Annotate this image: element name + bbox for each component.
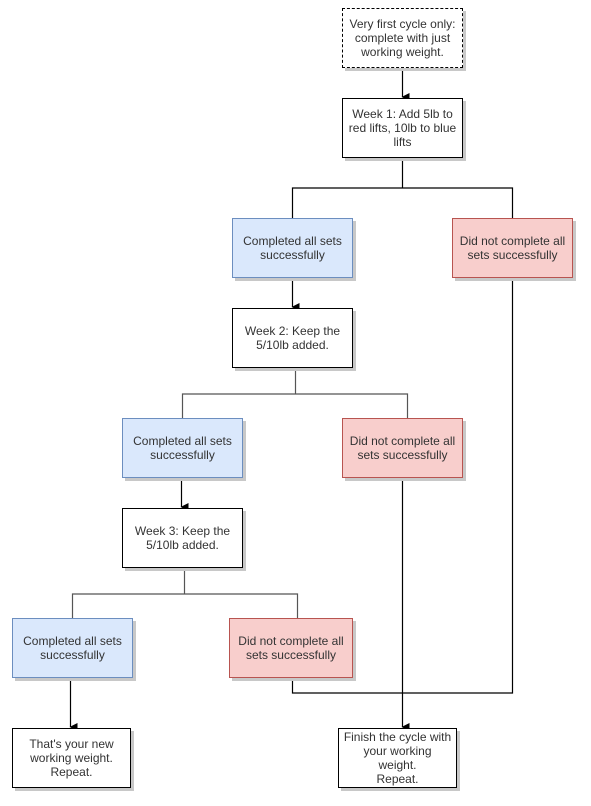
new-weight-node: That's your new working weight. Repeat. — [12, 728, 131, 788]
finish-cycle-node: Finish the cycle with your working weigh… — [338, 728, 457, 788]
edge-week1-branch — [291, 158, 514, 218]
failed3-node: Did not complete all sets successfully — [229, 618, 353, 678]
new-weight-node-label: That's your new working weight. Repeat. — [29, 737, 114, 779]
edges-layer — [69, 68, 514, 731]
failed1-node: Did not complete all sets successfully — [452, 218, 573, 278]
finish-cycle-node-label: Finish the cycle with your working weigh… — [343, 730, 452, 786]
completed3-node: Completed all sets successfully — [12, 618, 133, 678]
week3-node: Week 3: Keep the 5/10lb added. — [122, 508, 243, 568]
failed2-node-label: Did not complete all sets successfully — [349, 434, 456, 462]
week1-node-label: Week 1: Add 5lb to red lifts, 10lb to bl… — [348, 107, 457, 149]
week1-node: Week 1: Add 5lb to red lifts, 10lb to bl… — [342, 98, 463, 158]
completed1-node: Completed all sets successfully — [232, 218, 353, 278]
edge-week3-branch — [71, 568, 299, 618]
failed1-node-label: Did not complete all sets successfully — [459, 234, 566, 262]
completed1-node-label: Completed all sets successfully — [243, 234, 342, 262]
completed2-node: Completed all sets successfully — [122, 418, 243, 478]
completed3-node-label: Completed all sets successfully — [23, 634, 122, 662]
week3-node-label: Week 3: Keep the 5/10lb added. — [134, 524, 231, 552]
week2-node-label: Week 2: Keep the 5/10lb added. — [244, 324, 341, 352]
failed2-node: Did not complete all sets successfully — [342, 418, 463, 478]
failed3-node-label: Did not complete all sets successfully — [238, 634, 344, 662]
start-node: Very first cycle only: complete with jus… — [342, 8, 463, 68]
start-node-label: Very first cycle only: complete with jus… — [349, 17, 456, 59]
week2-node: Week 2: Keep the 5/10lb added. — [232, 308, 353, 368]
completed2-node-label: Completed all sets successfully — [133, 434, 232, 462]
edge-week2-branch — [181, 368, 409, 418]
